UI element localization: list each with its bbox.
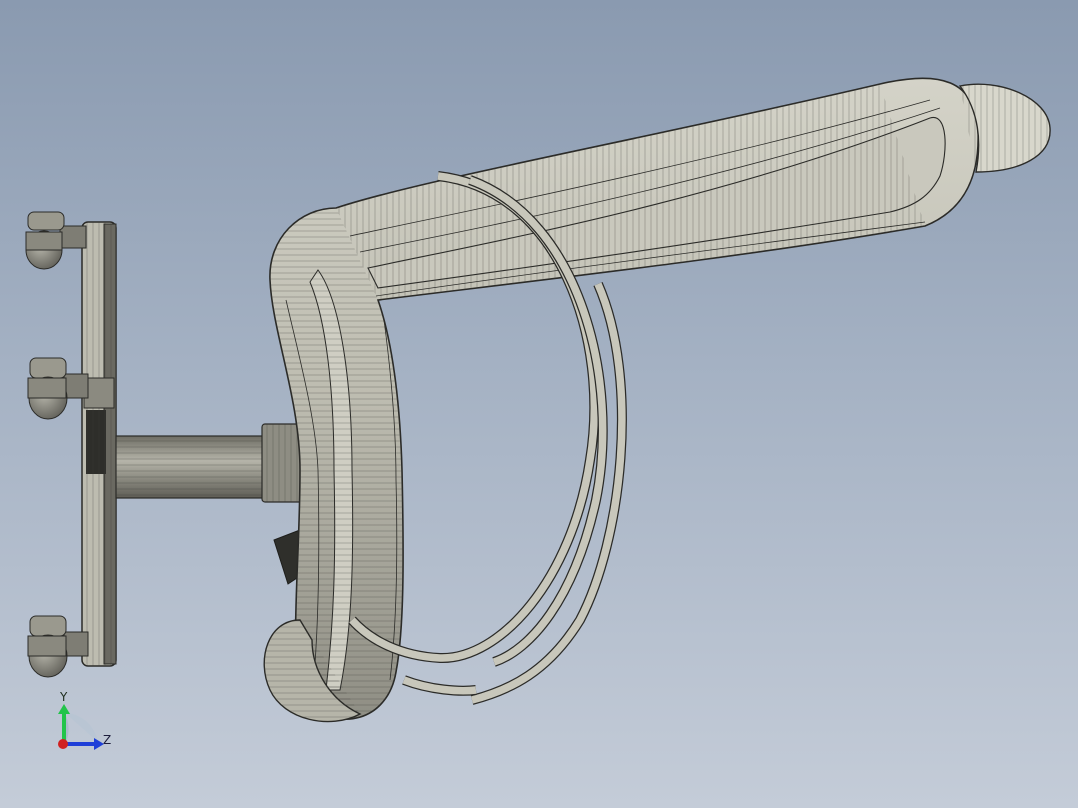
x-axis-origin xyxy=(58,739,68,749)
y-axis-label: Y xyxy=(59,690,68,704)
cad-viewport[interactable]: Y Z xyxy=(0,0,1078,808)
model-canvas[interactable]: Y Z xyxy=(0,0,1078,808)
knob-bottom[interactable] xyxy=(27,615,89,678)
z-axis-label: Z xyxy=(103,733,111,747)
knob-middle[interactable] xyxy=(27,357,89,420)
connecting-shaft[interactable] xyxy=(115,435,267,499)
knob-top[interactable] xyxy=(25,211,87,270)
axis-triad: Y Z xyxy=(58,690,111,750)
mounting-plate[interactable] xyxy=(81,221,117,667)
